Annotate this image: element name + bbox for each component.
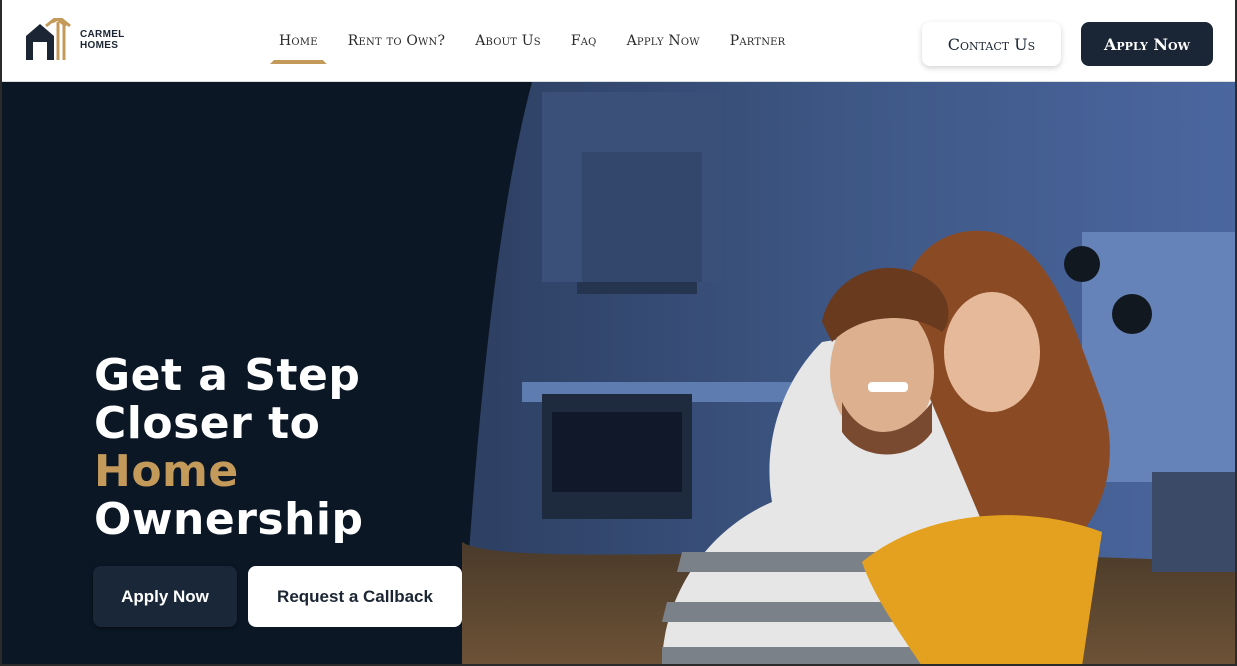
headline-line-4: Ownership	[94, 494, 364, 545]
nav-item-label: Rent to Own?	[347, 33, 446, 49]
nav-item-home[interactable]: Home	[279, 33, 318, 49]
site-header: CARMEL HOMES Home Rent to Own? About Us …	[2, 0, 1235, 82]
nav-item-label: About Us	[475, 33, 541, 49]
nav-item-label: Home	[279, 33, 318, 49]
request-callback-button[interactable]: Request a Callback	[248, 566, 462, 627]
nav-item-partner[interactable]: Partner	[730, 33, 786, 49]
nav-item-label: Partner	[729, 33, 786, 49]
active-indicator	[270, 60, 327, 64]
headline-line-1: Get a Step	[94, 350, 361, 401]
header-apply-now-button[interactable]: Apply Now	[1081, 22, 1213, 66]
hero-headline: Get a Step Closer to Home Ownership	[94, 352, 364, 544]
hero-section: Get a Step Closer to Home Ownership Appl…	[2, 82, 1235, 664]
contact-us-button[interactable]: Contact Us	[922, 22, 1061, 66]
hero-apply-now-button[interactable]: Apply Now	[93, 566, 237, 627]
nav-item-faq[interactable]: Faq	[571, 33, 597, 49]
nav-item-label: Faq	[570, 33, 597, 49]
page-frame: CARMEL HOMES Home Rent to Own? About Us …	[0, 0, 1237, 666]
brand-logo[interactable]: CARMEL HOMES	[24, 18, 125, 62]
headline-accent: Home	[94, 446, 239, 497]
main-nav: Home Rent to Own? About Us Faq Apply Now…	[264, 0, 800, 82]
brand-name: CARMEL HOMES	[80, 29, 125, 51]
couple-kitchen-photo	[462, 82, 1235, 664]
nav-item-rent-to-own[interactable]: Rent to Own?	[348, 33, 445, 49]
brand-line-1: CARMEL	[80, 29, 125, 40]
brand-line-2: HOMES	[80, 40, 119, 51]
house-logo-icon	[26, 18, 71, 60]
headline-line-2: Closer to	[94, 398, 321, 449]
nav-item-label: Apply Now	[626, 33, 700, 49]
nav-item-apply-now[interactable]: Apply Now	[627, 33, 700, 49]
nav-item-about-us[interactable]: About Us	[475, 33, 541, 49]
